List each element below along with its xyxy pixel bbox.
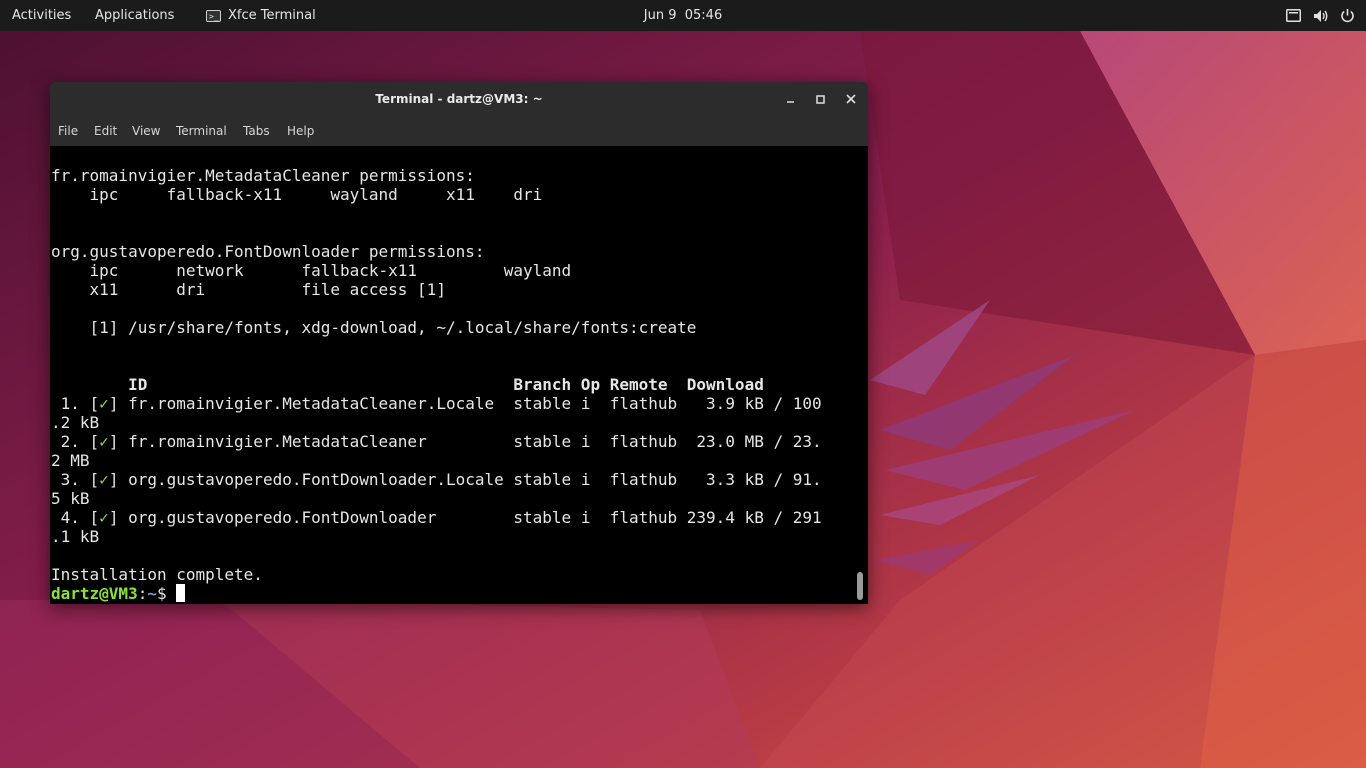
install-row-1-wrap: .2 kB	[51, 413, 100, 432]
terminal-window[interactable]: Terminal - dartz@VM3: ~ File Edit View T…	[50, 82, 868, 604]
menu-help[interactable]: Help	[287, 116, 314, 146]
fontdownloader-permissions-note: [1] /usr/share/fonts, xdg-download, ~/.l…	[51, 318, 697, 337]
menu-edit[interactable]: Edit	[94, 116, 117, 146]
prompt-symbol: $	[156, 584, 177, 603]
window-title: Terminal - dartz@VM3: ~	[375, 92, 543, 106]
maximize-icon	[816, 95, 825, 104]
install-row-2-wrap: 2 MB	[51, 451, 90, 470]
install-row-2: 2. [✓] fr.romainvigier.MetadataCleaner s…	[51, 432, 822, 451]
focused-app-indicator[interactable]: >_ Xfce Terminal	[206, 0, 316, 31]
menu-tabs[interactable]: Tabs	[243, 116, 270, 146]
terminal-text: fr.romainvigier.MetadataCleaner permissi…	[51, 166, 822, 603]
scrollbar[interactable]	[852, 146, 868, 604]
display-icon[interactable]	[1285, 7, 1302, 24]
menu-file[interactable]: File	[58, 116, 78, 146]
close-button[interactable]	[842, 90, 860, 108]
terminal-output-area[interactable]: fr.romainvigier.MetadataCleaner permissi…	[50, 146, 868, 604]
window-titlebar[interactable]: Terminal - dartz@VM3: ~	[50, 82, 868, 116]
install-row-4: 4. [✓] org.gustavoperedo.FontDownloader …	[51, 508, 822, 527]
close-icon	[846, 94, 856, 104]
checkmark-icon: ✓	[99, 508, 109, 527]
system-tray[interactable]	[1285, 0, 1356, 31]
prompt-user: dartz@VM3	[51, 584, 138, 603]
clock-button[interactable]: Jun 9 05:46	[644, 8, 722, 23]
install-row-3: 3. [✓] org.gustavoperedo.FontDownloader.…	[51, 470, 822, 489]
installation-complete-message: Installation complete.	[51, 565, 263, 584]
menu-bar: File Edit View Terminal Tabs Help	[50, 116, 868, 147]
checkmark-icon: ✓	[99, 394, 109, 413]
install-row-3-wrap: 5 kB	[51, 489, 90, 508]
top-panel: Activities Applications >_ Xfce Terminal…	[0, 0, 1366, 31]
terminal-icon: >_	[206, 9, 221, 22]
checkmark-icon: ✓	[99, 470, 109, 489]
install-row-1: 1. [✓] fr.romainvigier.MetadataCleaner.L…	[51, 394, 822, 413]
clock-time: 05:46	[684, 8, 723, 23]
menu-terminal[interactable]: Terminal	[176, 116, 227, 146]
install-table-header: ID Branch Op Remote Download	[51, 375, 764, 394]
clock-date: Jun 9	[643, 8, 677, 23]
clock: Jun 9 05:46	[0, 0, 1366, 31]
shell-prompt[interactable]: dartz@VM3:~$	[51, 584, 186, 603]
checkmark-icon: ✓	[99, 432, 109, 451]
maximize-button[interactable]	[812, 90, 830, 108]
power-icon[interactable]	[1339, 7, 1356, 24]
install-row-4-wrap: .1 kB	[51, 527, 100, 546]
text-cursor	[176, 584, 186, 602]
activities-button[interactable]: Activities	[12, 0, 71, 31]
minimize-button[interactable]	[782, 90, 800, 108]
metadatacleaner-permissions-list: ipc fallback-x11 wayland x11 dri	[51, 185, 543, 204]
prompt-path: ~	[147, 584, 157, 603]
minimize-icon	[787, 101, 794, 103]
fontdownloader-permissions-list-2: x11 dri file access [1]	[51, 280, 446, 299]
scrollbar-thumb[interactable]	[857, 572, 863, 600]
metadatacleaner-permissions-header: fr.romainvigier.MetadataCleaner permissi…	[51, 166, 475, 185]
volume-icon[interactable]	[1312, 7, 1329, 24]
menu-view[interactable]: View	[132, 116, 160, 146]
fontdownloader-permissions-header: org.gustavoperedo.FontDownloader permiss…	[51, 242, 485, 261]
prompt-separator: :	[137, 584, 148, 603]
applications-menu[interactable]: Applications	[95, 0, 174, 31]
fontdownloader-permissions-list-1: ipc network fallback-x11 wayland	[51, 261, 572, 280]
focused-app-name: Xfce Terminal	[228, 8, 316, 23]
